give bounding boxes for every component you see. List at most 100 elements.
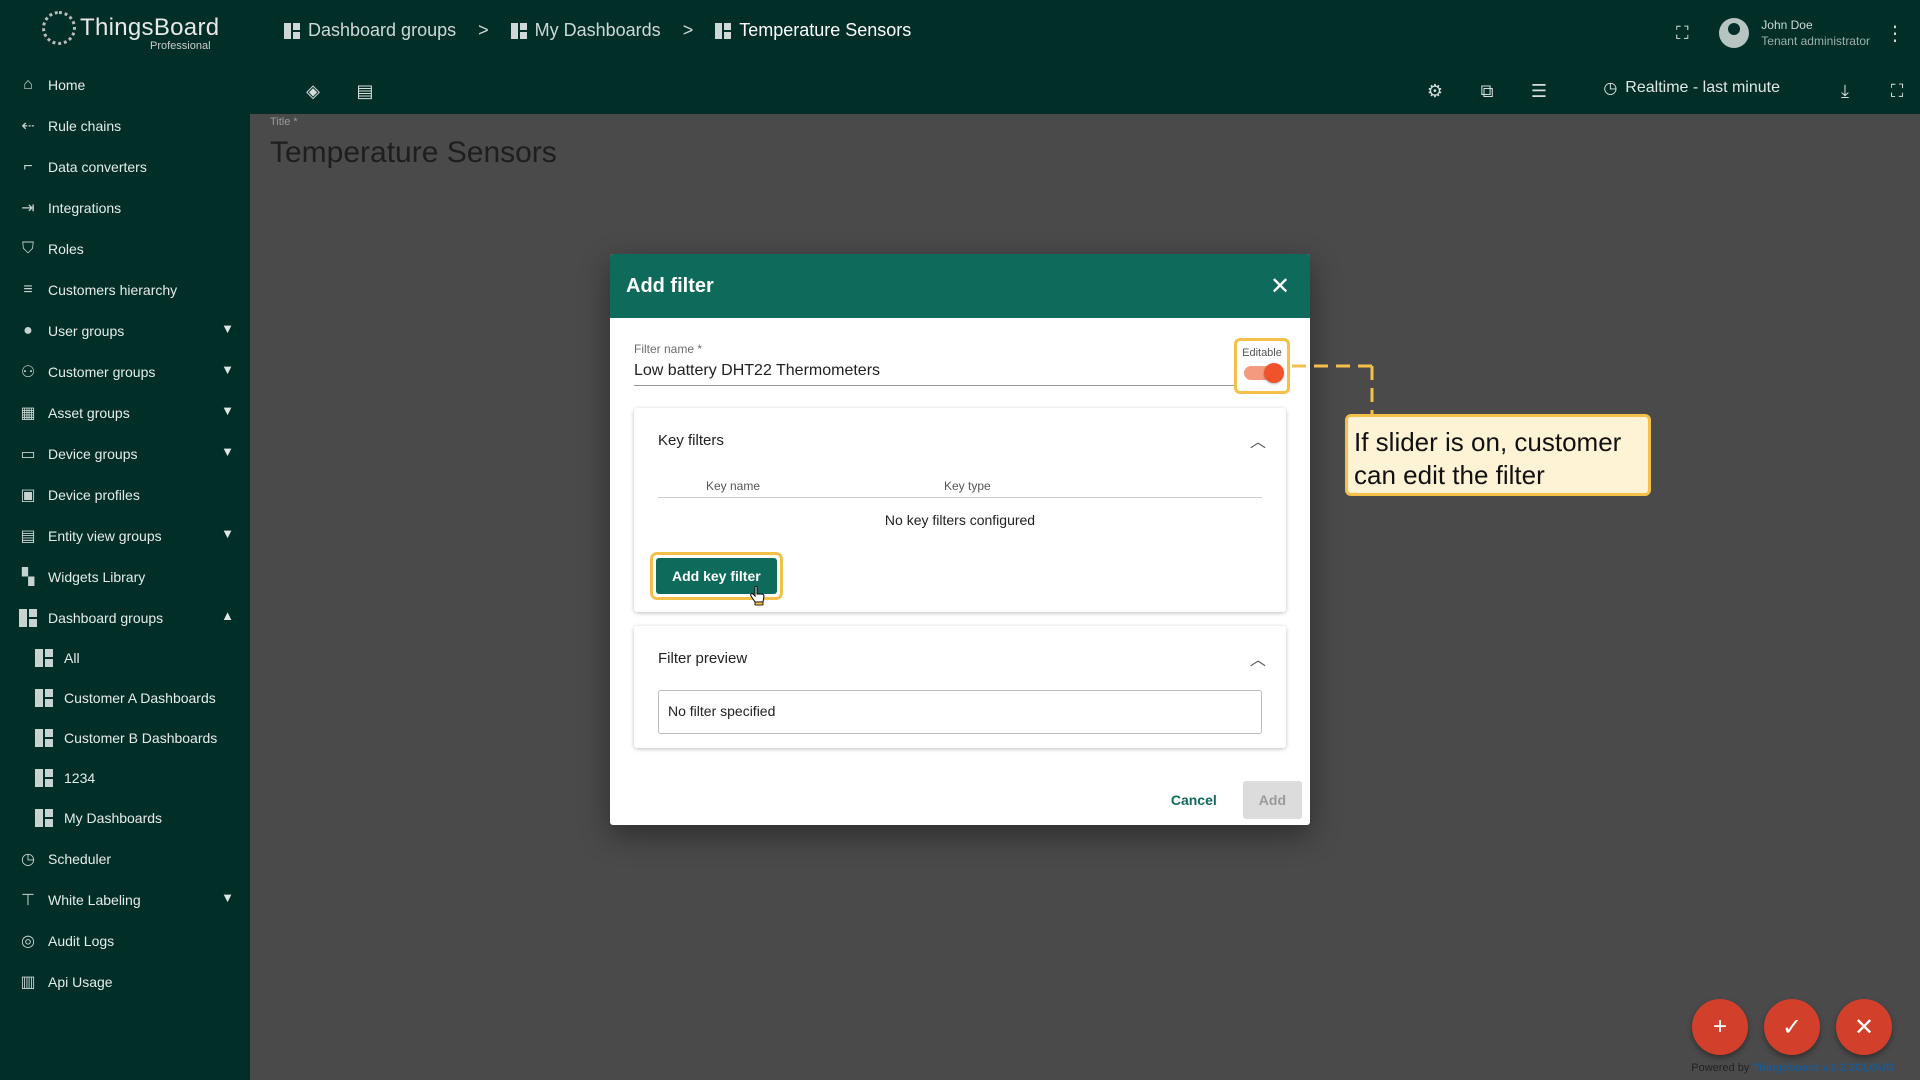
chart-icon: ▥ xyxy=(20,973,36,991)
add-widget-button[interactable]: + xyxy=(1692,999,1748,1055)
sidebar-subitem-1234[interactable]: 1234 xyxy=(0,758,250,798)
filter-name-input[interactable] xyxy=(634,356,1234,386)
sidebar-item-entity-view-groups[interactable]: ▤ Entity view groups ▼ xyxy=(0,515,250,556)
download-icon[interactable]: ⤓ xyxy=(1832,78,1858,104)
dashboard-icon xyxy=(34,648,54,668)
dashboard-icon xyxy=(34,808,54,828)
sidebar-item-label: Roles xyxy=(48,240,84,257)
apply-changes-button[interactable]: ✓ xyxy=(1764,999,1820,1055)
dashboard-icon xyxy=(715,22,732,39)
user-role: Tenant administrator xyxy=(1761,34,1870,48)
top-right-controls: ⛶ John Doe Tenant administrator ⋮ xyxy=(1669,0,1920,66)
hand-cursor-icon xyxy=(750,586,765,606)
breadcrumb-my-dashboards[interactable]: My Dashboards xyxy=(510,20,661,41)
decline-changes-button[interactable]: ✕ xyxy=(1836,999,1892,1055)
filter-icon[interactable]: ☰ xyxy=(1526,78,1552,104)
breadcrumb-dashboard-groups[interactable]: Dashboard groups xyxy=(284,20,456,41)
sidebar-item-data-converters[interactable]: ⌐ Data converters xyxy=(0,146,250,187)
filter-name-field: Filter name * xyxy=(634,342,1234,386)
chevron-up-icon[interactable]: ︿ xyxy=(1250,646,1266,670)
sidebar-item-device-groups[interactable]: ▭ Device groups ▼ xyxy=(0,433,250,474)
integration-icon: ⇥ xyxy=(21,199,35,217)
sidebar-item-label: Widgets Library xyxy=(48,568,146,585)
sidebar-item-dashboard-groups[interactable]: Dashboard groups ▲ xyxy=(0,597,250,638)
chevron-up-icon: ▲ xyxy=(221,608,234,623)
dashboard-icon xyxy=(34,728,54,748)
logo-gear-icon xyxy=(42,11,76,45)
sidebar-item-home[interactable]: ⌂ Home xyxy=(0,64,250,105)
audit-icon: ◎ xyxy=(21,932,35,950)
sidebar-item-label: Entity view groups xyxy=(48,527,162,544)
converter-icon: ⌐ xyxy=(23,157,33,175)
app-logo[interactable]: ThingsBoard Professional xyxy=(0,0,250,56)
sidebar-item-roles[interactable]: ⛉ Roles xyxy=(0,228,250,269)
sidebar-item-label: Home xyxy=(48,76,86,93)
sidebar-item-label: White Labeling xyxy=(48,891,141,908)
chevron-down-icon: ▼ xyxy=(221,321,234,336)
shield-icon: ⛉ xyxy=(21,239,34,257)
sidebar-item-label: Asset groups xyxy=(48,404,130,421)
sidebar-item-user-groups[interactable]: ● User groups ▼ xyxy=(0,310,250,351)
chevron-down-icon: ▼ xyxy=(221,444,234,459)
view-icon: ▤ xyxy=(20,527,36,545)
layouts-icon[interactable]: ▤ xyxy=(352,78,378,104)
devices-icon: ▭ xyxy=(20,445,36,463)
sidebar-item-integrations[interactable]: ⇥ Integrations xyxy=(0,187,250,228)
sidebar-subitem-all[interactable]: All xyxy=(0,638,250,678)
timewindow-label: Realtime - last minute xyxy=(1625,79,1780,96)
chevron-down-icon: ▼ xyxy=(221,526,234,541)
home-icon: ⌂ xyxy=(23,75,33,93)
breadcrumb-separator: > xyxy=(478,20,489,40)
sidebar-item-customer-groups[interactable]: ⚇ Customer groups ▼ xyxy=(0,351,250,392)
sidebar-subitem-my-dashboards[interactable]: My Dashboards xyxy=(0,798,250,838)
sidebar-item-label: All xyxy=(64,650,80,666)
cancel-button[interactable]: Cancel xyxy=(1161,782,1227,818)
sidebar-item-white-labeling[interactable]: ⊤ White Labeling ▼ xyxy=(0,879,250,920)
sidebar-subitem-customer-a-dashboards[interactable]: Customer A Dashboards xyxy=(0,678,250,718)
entity-aliases-icon[interactable]: ⧉ xyxy=(1474,78,1500,104)
breadcrumb-separator: > xyxy=(682,20,694,40)
sidebar-item-widgets-library[interactable]: ▚ Widgets Library xyxy=(0,556,250,597)
chevron-down-icon: ▼ xyxy=(221,403,234,418)
chevron-down-icon: ▼ xyxy=(221,890,234,905)
breadcrumb: Dashboard groups > My Dashboards > Tempe… xyxy=(284,20,911,41)
user-menu[interactable]: John Doe Tenant administrator xyxy=(1719,18,1870,48)
chevron-down-icon: ▼ xyxy=(221,362,234,377)
breadcrumb-label: Temperature Sensors xyxy=(739,20,912,40)
sidebar: ThingsBoard Professional ⌂ Home ⇠ Rule cha… xyxy=(0,0,250,1080)
dialog-actions: Cancel Add xyxy=(1161,781,1302,819)
layers-icon[interactable]: ◈ xyxy=(300,78,326,104)
sidebar-item-label: Device profiles xyxy=(48,486,140,503)
sidebar-subitem-customer-b-dashboards[interactable]: Customer B Dashboards xyxy=(0,718,250,758)
close-icon[interactable]: ✕ xyxy=(1266,272,1294,301)
sidebar-item-rule-chains[interactable]: ⇠ Rule chains xyxy=(0,105,250,146)
device-profile-icon: ▣ xyxy=(20,486,36,504)
breadcrumb-label: My Dashboards xyxy=(534,20,661,40)
page-title[interactable]: Temperature Sensors xyxy=(270,136,557,170)
sidebar-item-label: Data converters xyxy=(48,158,147,175)
sidebar-item-device-profiles[interactable]: ▣ Device profiles xyxy=(0,474,250,515)
sidebar-item-asset-groups[interactable]: ▦ Asset groups ▼ xyxy=(0,392,250,433)
add-button[interactable]: Add xyxy=(1242,781,1302,819)
editable-toggle[interactable] xyxy=(1244,363,1284,383)
chevron-up-icon[interactable]: ︿ xyxy=(1250,428,1266,452)
dashboard-icon xyxy=(34,768,54,788)
timewindow-button[interactable]: ◷ Realtime - last minute xyxy=(1603,78,1780,98)
sidebar-item-scheduler[interactable]: ◷ Scheduler xyxy=(0,838,250,879)
fullscreen-icon[interactable]: ⛶ xyxy=(1669,20,1695,46)
dashboard-icon xyxy=(284,22,300,39)
settings-gear-icon[interactable]: ⚙ xyxy=(1422,78,1448,104)
key-filters-panel: Key filters ︿ Key name Key type No key f… xyxy=(634,408,1286,612)
fullscreen-icon[interactable]: ⛶ xyxy=(1884,78,1910,104)
sidebar-item-label: Customers hierarchy xyxy=(48,281,178,298)
sidebar-item-audit-logs[interactable]: ◎ Audit Logs xyxy=(0,920,250,961)
sidebar-item-label: Customer A Dashboards xyxy=(64,690,216,706)
empty-state-text: No key filters configured xyxy=(884,512,1036,528)
powered-by-link[interactable]: Thingsboard v.3.2.2CLOUD xyxy=(1752,1062,1894,1074)
sidebar-item-label: Audit Logs xyxy=(48,932,115,949)
sidebar-item-customers-hierarchy[interactable]: ≡ Customers hierarchy xyxy=(0,269,250,310)
sidebar-item-api-usage[interactable]: ▥ Api Usage xyxy=(0,961,250,1002)
more-vert-icon[interactable]: ⋮ xyxy=(1880,21,1910,46)
title-field-label: Title * xyxy=(270,116,298,128)
filter-name-label: Filter name * xyxy=(634,342,703,356)
